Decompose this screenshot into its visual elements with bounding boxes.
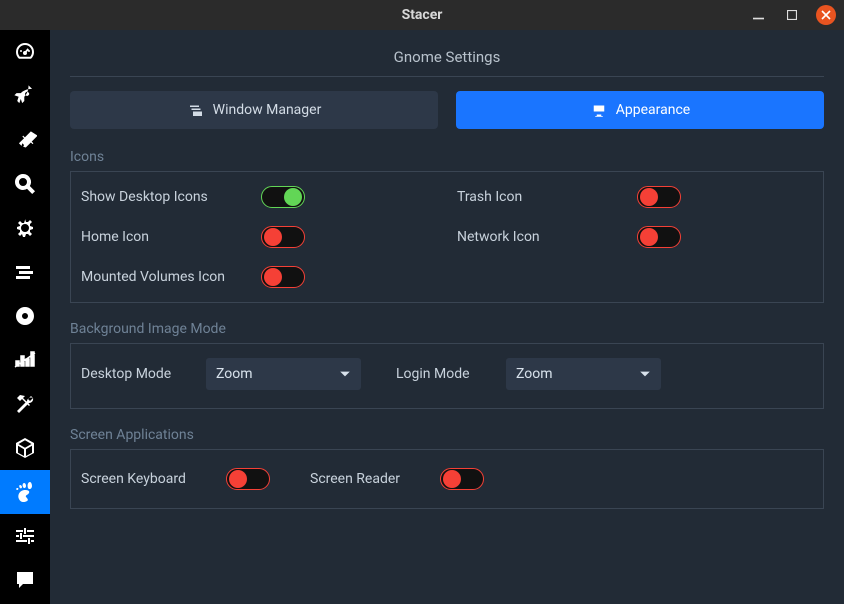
section-background-title: Background Image Mode — [70, 321, 824, 344]
sidebar — [0, 30, 50, 604]
sidebar-item-gnome-settings[interactable] — [0, 470, 50, 514]
window-stack-icon — [187, 101, 205, 119]
windows-icon — [13, 260, 37, 284]
package-icon — [13, 436, 37, 460]
maximize-button[interactable] — [782, 5, 802, 25]
gauge-icon — [13, 40, 37, 64]
label-home-icon: Home Icon — [81, 229, 261, 245]
tabs-row: Window Manager Appearance — [70, 91, 824, 129]
toggle-home-icon[interactable] — [261, 226, 305, 248]
section-screen: Screen Keyboard Screen Reader — [70, 450, 824, 509]
sidebar-item-system-cleaner[interactable] — [0, 118, 50, 162]
label-screen-reader: Screen Reader — [310, 471, 440, 487]
gnome-foot-icon — [13, 480, 37, 504]
sliders-icon — [13, 524, 37, 548]
close-button[interactable] — [816, 5, 836, 25]
label-desktop-mode: Desktop Mode — [81, 366, 206, 382]
sidebar-item-apt-repos[interactable] — [0, 426, 50, 470]
minimize-button[interactable] — [748, 5, 768, 25]
toggle-screen-keyboard[interactable] — [226, 468, 270, 490]
sidebar-item-settings-tools[interactable] — [0, 382, 50, 426]
toggle-screen-reader[interactable] — [440, 468, 484, 490]
toggle-knob — [284, 188, 302, 206]
disc-icon — [13, 304, 37, 328]
label-show-desktop-icons: Show Desktop Icons — [81, 189, 261, 205]
toggle-knob — [264, 268, 282, 286]
main-content: Gnome Settings Window Manager Appearance… — [50, 30, 844, 604]
select-login-mode[interactable]: Zoom — [506, 358, 661, 390]
sidebar-item-processes[interactable] — [0, 250, 50, 294]
toggle-knob — [640, 228, 658, 246]
chevron-down-icon — [639, 368, 651, 380]
select-desktop-mode-value: Zoom — [216, 366, 253, 382]
label-mounted-volumes-icon: Mounted Volumes Icon — [81, 269, 261, 285]
tab-appearance[interactable]: Appearance — [456, 91, 824, 129]
select-desktop-mode[interactable]: Zoom — [206, 358, 361, 390]
section-icons-title: Icons — [70, 149, 824, 172]
section-icons: Show Desktop Icons Trash Icon Home Icon … — [70, 172, 824, 303]
tab-window-manager[interactable]: Window Manager — [70, 91, 438, 129]
section-background: Desktop Mode Zoom Login Mode Zoom — [70, 344, 824, 409]
monitor-icon — [590, 101, 608, 119]
label-login-mode: Login Mode — [396, 366, 506, 382]
sidebar-item-feedback[interactable] — [0, 558, 50, 602]
toggle-trash-icon[interactable] — [637, 186, 681, 208]
tab-appearance-label: Appearance — [616, 102, 690, 118]
message-icon — [13, 568, 37, 592]
window-title: Stacer — [402, 7, 443, 23]
section-screen-title: Screen Applications — [70, 427, 824, 450]
titlebar: Stacer — [0, 0, 844, 30]
search-icon — [13, 172, 37, 196]
toggle-show-desktop-icons[interactable] — [261, 186, 305, 208]
label-screen-keyboard: Screen Keyboard — [81, 471, 226, 487]
toggle-knob — [443, 470, 461, 488]
tab-window-manager-label: Window Manager — [213, 102, 322, 118]
rocket-icon — [13, 84, 37, 108]
label-trash-icon: Trash Icon — [457, 189, 637, 205]
label-network-icon: Network Icon — [457, 229, 637, 245]
chevron-down-icon — [339, 368, 351, 380]
toggle-knob — [264, 228, 282, 246]
toggle-mounted-volumes-icon[interactable] — [261, 266, 305, 288]
page-title: Gnome Settings — [70, 42, 824, 77]
bars-icon — [13, 348, 37, 372]
sidebar-item-search[interactable] — [0, 162, 50, 206]
sidebar-item-startup-apps[interactable] — [0, 74, 50, 118]
sidebar-item-preferences[interactable] — [0, 514, 50, 558]
gears-icon — [13, 216, 37, 240]
toggle-knob — [640, 188, 658, 206]
toggle-knob — [229, 470, 247, 488]
select-login-mode-value: Zoom — [516, 366, 553, 382]
sidebar-item-services[interactable] — [0, 206, 50, 250]
broom-icon — [13, 128, 37, 152]
sidebar-item-dashboard[interactable] — [0, 30, 50, 74]
sidebar-item-uninstaller[interactable] — [0, 294, 50, 338]
tools-icon — [13, 392, 37, 416]
window-controls — [748, 5, 836, 25]
toggle-network-icon[interactable] — [637, 226, 681, 248]
sidebar-item-resources[interactable] — [0, 338, 50, 382]
